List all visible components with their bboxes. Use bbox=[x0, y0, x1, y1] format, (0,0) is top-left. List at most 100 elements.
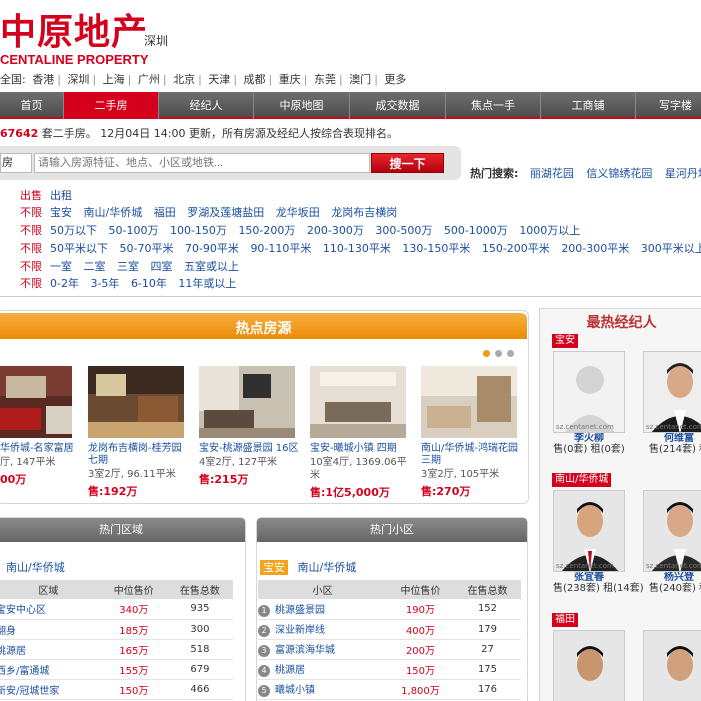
listing-name[interactable]: 南山/华侨城-鸿瑞花园三期 bbox=[421, 443, 521, 467]
community-name[interactable]: 深业新岸线 bbox=[275, 625, 325, 636]
listing-name[interactable]: 龙岗布吉横岗-桂芳园七期 bbox=[88, 443, 188, 467]
nav-item-agents[interactable]: 经纪人 bbox=[159, 92, 254, 119]
nav-item-home[interactable]: 首页 bbox=[0, 92, 64, 119]
tab-hot-areas[interactable]: 热门区域 bbox=[0, 518, 245, 542]
listing-photo[interactable] bbox=[421, 366, 517, 438]
filter-option[interactable]: 罗湖及莲塘盐田 bbox=[187, 206, 264, 219]
filter-option[interactable]: 150-200万 bbox=[238, 224, 295, 237]
filter-selected[interactable]: 不限 bbox=[20, 204, 42, 221]
filter-option[interactable]: 50万以下 bbox=[50, 224, 97, 237]
area-name[interactable]: 桃源居 bbox=[0, 639, 101, 660]
filter-option[interactable]: 300平米以上 bbox=[641, 242, 701, 255]
listing-card[interactable]: 华侨城-名家富居 厅, 147平米 00万 bbox=[0, 366, 76, 487]
agent-photo-placeholder[interactable]: sz.centanet.com bbox=[553, 351, 625, 433]
tab-hot-communities[interactable]: 热门小区 bbox=[257, 518, 527, 542]
table-row[interactable]: 2 深业新岸线 400万 179 bbox=[258, 619, 521, 640]
community-name[interactable]: 富源滨海华城 bbox=[275, 645, 335, 656]
filter-option[interactable]: 三室 bbox=[117, 260, 139, 273]
agent-photo[interactable] bbox=[553, 630, 625, 701]
filter-option[interactable]: 龙岗布吉横岗 bbox=[331, 206, 397, 219]
table-row[interactable]: 1 桃源盛景园 190万 152 bbox=[258, 599, 521, 620]
agent-photo[interactable]: sz.centanet.com bbox=[553, 490, 625, 572]
listing-name[interactable]: 宝安-曦城小镇 四期 bbox=[310, 443, 410, 455]
nav-item-shops[interactable]: 工商铺 bbox=[541, 92, 636, 119]
filter-option[interactable]: 二室 bbox=[84, 260, 106, 273]
agent-region-tag[interactable]: 福田 bbox=[552, 613, 578, 627]
nav-item-deals[interactable]: 成交数据 bbox=[350, 92, 446, 119]
logo-english[interactable]: CENTALINE PROPERTY bbox=[0, 52, 149, 67]
listing-name[interactable]: 华侨城-名家富居 bbox=[0, 443, 76, 455]
agent-photo[interactable]: sz.centanet.com bbox=[643, 351, 701, 433]
filter-option[interactable]: 1000万以上 bbox=[519, 224, 580, 237]
agent-region-tag[interactable]: 宝安 bbox=[552, 334, 578, 348]
table-row[interactable]: 桃源居 165万 518 bbox=[0, 639, 233, 660]
table-row[interactable]: 西乡/富通城 155万 679 bbox=[0, 659, 233, 680]
filter-option[interactable]: 150-200平米 bbox=[482, 242, 550, 255]
city-link[interactable]: 广州 bbox=[138, 73, 160, 86]
filter-option[interactable]: 130-150平米 bbox=[402, 242, 470, 255]
agent-card[interactable]: sz.centanet.com 何维富 售(214套) 租 bbox=[643, 351, 701, 456]
filter-selected[interactable]: 不限 bbox=[20, 258, 42, 275]
filter-option[interactable]: 500-1000万 bbox=[444, 224, 508, 237]
table-row[interactable]: 5 曦城小镇 1,800万 176 bbox=[258, 679, 521, 700]
nav-item-second-hand[interactable]: 二手房 bbox=[64, 92, 159, 119]
filter-option[interactable]: 南山/华侨城 bbox=[84, 206, 143, 219]
agent-region-tag[interactable]: 南山/华侨城 bbox=[552, 473, 612, 487]
area-selected[interactable]: 南山/华侨城 bbox=[6, 561, 65, 574]
city-link[interactable]: 天津 bbox=[208, 73, 230, 86]
agent-name[interactable]: 杨兴登 bbox=[643, 572, 701, 583]
filter-option[interactable]: 四室 bbox=[151, 260, 173, 273]
hot-search-term[interactable]: 信义锦绣花园 bbox=[586, 167, 652, 180]
community-name[interactable]: 曦城小镇 bbox=[275, 685, 315, 696]
city-link[interactable]: 东莞 bbox=[314, 73, 336, 86]
city-link[interactable]: 成都 bbox=[244, 73, 266, 86]
filter-option[interactable]: 宝安 bbox=[50, 206, 72, 219]
filter-option[interactable]: 200-300万 bbox=[307, 224, 364, 237]
carousel-dot[interactable] bbox=[483, 350, 490, 357]
agent-name[interactable]: 张宜春 bbox=[553, 572, 625, 583]
filter-option[interactable]: 6-10年 bbox=[131, 277, 167, 290]
community-region[interactable]: 南山/华侨城 bbox=[298, 561, 357, 574]
agent-card[interactable]: sz.centanet.com 杨兴登 售(240套) 租 bbox=[643, 490, 701, 595]
city-link[interactable]: 深圳 bbox=[67, 73, 89, 86]
logo-chinese[interactable]: 中原地产 bbox=[0, 12, 148, 52]
listing-photo[interactable] bbox=[199, 366, 295, 438]
table-row[interactable]: 4 桃源居 150万 175 bbox=[258, 659, 521, 680]
agent-photo[interactable]: sz.centanet.com bbox=[643, 490, 701, 572]
listing-card[interactable]: 南山/华侨城-鸿瑞花园三期 3室2厅, 105平米 售:270万 bbox=[421, 366, 521, 499]
nav-item-new-homes[interactable]: 焦点一手 bbox=[446, 92, 541, 119]
listing-photo[interactable] bbox=[0, 366, 72, 438]
filter-selected[interactable]: 不限 bbox=[20, 240, 42, 257]
agent-name[interactable]: 何维富 bbox=[643, 433, 701, 444]
listing-name[interactable]: 宝安-桃源盛景园 16区 bbox=[199, 443, 299, 455]
region-tag[interactable]: 宝安 bbox=[260, 560, 288, 575]
nav-item-offices[interactable]: 写字楼 bbox=[636, 92, 701, 119]
listing-card[interactable]: 龙岗布吉横岗-桂芳园七期 3室2厅, 96.11平米 售:192万 bbox=[88, 366, 188, 499]
filter-option[interactable]: 300-500万 bbox=[375, 224, 432, 237]
city-link[interactable]: 北京 bbox=[173, 73, 195, 86]
search-type-select[interactable]: 房 bbox=[0, 153, 32, 173]
city-link[interactable]: 上海 bbox=[103, 73, 125, 86]
nav-item-map[interactable]: 中原地图 bbox=[254, 92, 350, 119]
filter-option[interactable]: 龙华坂田 bbox=[276, 206, 320, 219]
area-name[interactable]: 翻身 bbox=[0, 619, 101, 640]
hot-search-term[interactable]: 星河丹堤花园 bbox=[665, 167, 701, 180]
filter-selected[interactable]: 不限 bbox=[20, 222, 42, 239]
filter-selected[interactable]: 出售 bbox=[20, 187, 42, 204]
filter-option[interactable]: 100-150万 bbox=[170, 224, 227, 237]
carousel-dot[interactable] bbox=[507, 350, 514, 357]
city-link[interactable]: 重庆 bbox=[279, 73, 301, 86]
agent-card[interactable] bbox=[553, 630, 625, 701]
hot-search-term[interactable]: 丽湖花园 bbox=[530, 167, 574, 180]
filter-option[interactable]: 3-5年 bbox=[90, 277, 119, 290]
filter-option[interactable]: 福田 bbox=[154, 206, 176, 219]
filter-option[interactable]: 70-90平米 bbox=[185, 242, 239, 255]
filter-option[interactable]: 11年或以上 bbox=[178, 277, 236, 290]
filter-option[interactable]: 0-2年 bbox=[50, 277, 79, 290]
agent-card[interactable] bbox=[643, 630, 701, 701]
agent-card[interactable]: sz.centanet.com 张宜春 售(238套) 租(14套) bbox=[553, 490, 644, 595]
filter-selected[interactable]: 不限 bbox=[20, 275, 42, 292]
table-row[interactable]: 宝安中心区 340万 935 bbox=[0, 599, 233, 620]
listing-card[interactable]: 宝安-桃源盛景园 16区 4室2厅, 127平米 售:215万 bbox=[199, 366, 299, 487]
area-name[interactable]: 新安/冠城世家 bbox=[0, 679, 101, 700]
